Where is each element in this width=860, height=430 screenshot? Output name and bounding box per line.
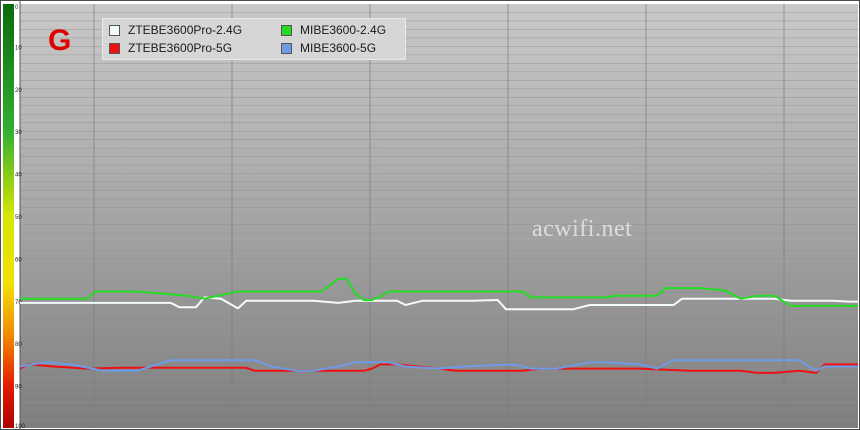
y-tick-label: 0 — [15, 5, 19, 11]
band-label: G — [48, 24, 72, 57]
y-tick-label: 50 — [15, 215, 22, 221]
legend-item-ztebe3600pro-5g: ZTEBE3600Pro-5G — [109, 39, 232, 57]
y-tick-label: 90 — [15, 385, 22, 391]
legend-swatch-icon — [281, 42, 292, 54]
legend-item-mibe3600-24g: MIBE3600-2.4G — [281, 21, 386, 39]
signal-scale-bar — [3, 4, 14, 428]
legend-label: MIBE3600-5G — [300, 41, 377, 55]
y-tick-label: 30 — [15, 130, 22, 136]
legend-label: MIBE3600-2.4G — [300, 23, 387, 37]
legend-swatch-icon — [281, 24, 292, 36]
y-tick-label: 80 — [15, 342, 22, 348]
watermark: acwifi.net — [532, 216, 633, 242]
legend-label: ZTEBE3600Pro-5G — [128, 41, 233, 55]
signal-chart: 0 10 20 30 40 50 60 70 80 90 100 G ZTEBE3600Pro-2.… — [0, 0, 860, 430]
y-tick-label: 10 — [15, 45, 22, 51]
legend: ZTEBE3600Pro-2.4G MIBE3600-2.4G ZTEBE360… — [102, 18, 406, 60]
y-tick-label: 100 — [15, 424, 26, 430]
legend-label: ZTEBE3600Pro-2.4G — [128, 23, 243, 37]
legend-item-ztebe3600pro-24g: ZTEBE3600Pro-2.4G — [109, 21, 242, 39]
y-tick-label: 60 — [15, 257, 22, 263]
legend-item-mibe3600-5g: MIBE3600-5G — [281, 39, 376, 57]
y-tick-label: 40 — [15, 173, 22, 179]
y-tick-label: 20 — [15, 88, 22, 94]
chart-canvas: 0102030405060708090100 — [0, 0, 860, 430]
legend-swatch-icon — [109, 42, 120, 54]
legend-swatch-icon — [109, 24, 120, 36]
